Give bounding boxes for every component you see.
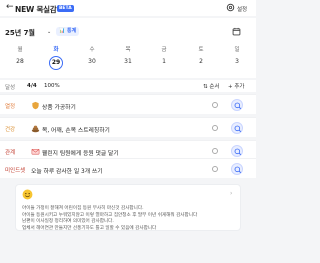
task-category-tag: 열정: [5, 104, 16, 110]
task-row[interactable]: 미인드셋 오늘 하루 감사한 일 3개 쓰기: [0, 158, 256, 178]
task-options-icon[interactable]: [212, 102, 218, 108]
smile-emoji-icon: [22, 189, 33, 200]
shield-icon: [31, 101, 40, 110]
memo-line: 업체서 헤어연관 만들지만 선풍기하도 틀고 일할 수 있음에 감사합니다: [22, 225, 157, 231]
memo-line: 아이들 등원시키고 누워있지않고 이렇 열마하고 집안청소 후 딸부 이년 쉬게…: [22, 212, 198, 218]
beta-badge: BETA: [57, 4, 74, 12]
task-category-tag: 미인드셋: [5, 168, 26, 174]
chevron-right-icon[interactable]: ›: [230, 190, 232, 197]
sort-button[interactable]: ⇅ 순서: [203, 82, 219, 90]
task-options-icon[interactable]: [212, 166, 218, 172]
stats-button[interactable]: 📊 통계: [56, 27, 80, 36]
settings-button[interactable]: 설정: [237, 5, 247, 13]
date-cell[interactable]: 1: [156, 58, 172, 65]
page-title: NEW 목실감: [15, 5, 57, 14]
task-text: 상품 가공하기: [42, 105, 76, 111]
task-row[interactable]: 열정 상품 가공하기: [0, 94, 256, 114]
date-cell-today[interactable]: 29: [49, 56, 63, 70]
memo-line: 아이들 가정이 잘해져 어린이집 등원 무사히 마신것 감사합니다.: [22, 206, 144, 211]
bottom-spacer: [0, 233, 256, 263]
task-category-tag: 관계: [5, 150, 16, 156]
memo-line: 남편이 이사일정 정리하여 의미있어 감사합니다.: [22, 219, 114, 224]
chevron-down-icon[interactable]: ⌄: [47, 29, 51, 35]
settings-gear-icon[interactable]: [226, 3, 235, 12]
add-button[interactable]: + 추가: [228, 82, 244, 90]
ai-search-icon[interactable]: [231, 122, 243, 134]
progress-label: 달성: [5, 84, 16, 91]
weekday-label: 금: [161, 47, 167, 53]
week-calendar: 25년 7월 ⌄ 📊 통계 월 28 화 29 수 30 목 31 금 1 토 2 일 3: [0, 18, 256, 78]
weekday-label: 화: [53, 47, 59, 53]
weekday-label: 목: [125, 47, 131, 53]
task-row[interactable]: 건강 목, 어깨, 손목 스트레칭하기: [0, 117, 256, 137]
task-text: 목, 어깨, 손목 스트레칭하기: [42, 128, 110, 134]
progress-bar-row: 달성 4/4 100% ⇅ 순서 + 추가: [0, 80, 256, 92]
date-cell[interactable]: 3: [229, 58, 245, 65]
ai-search-icon[interactable]: [231, 145, 243, 157]
memo-card[interactable]: › 아이들 가정이 잘해져 어린이집 등원 무사히 마신것 감사합니다. 아이들…: [15, 184, 241, 231]
back-arrow-icon[interactable]: ←: [6, 3, 14, 12]
task-text: 웰린지 팀원에게 응원 댓글 달기: [42, 151, 119, 157]
task-category-tag: 건강: [5, 127, 16, 133]
ai-search-icon[interactable]: [231, 99, 243, 111]
envelope-icon: [31, 147, 40, 156]
weekday-label: 월: [17, 47, 23, 53]
weekday-label: 일: [234, 47, 240, 53]
app-header: ← NEW 목실감 BETA 설정: [0, 0, 256, 16]
progress-percent: 100%: [44, 82, 60, 89]
poop-icon: [31, 124, 40, 133]
task-row[interactable]: 관계 웰린지 팀원에게 응원 댓글 달기: [0, 140, 256, 160]
date-cell[interactable]: 30: [84, 58, 100, 65]
date-cell[interactable]: 2: [193, 58, 209, 65]
task-text: 오늘 하루 감사한 일 3개 쓰기: [31, 169, 103, 175]
ai-search-icon[interactable]: [231, 163, 243, 175]
month-selector[interactable]: 25년 7월: [5, 28, 35, 38]
calendar-icon[interactable]: [232, 27, 241, 36]
task-options-icon[interactable]: [212, 148, 218, 154]
progress-count: 4/4: [27, 82, 37, 89]
weekday-label: 수: [89, 47, 95, 53]
date-cell[interactable]: 31: [120, 58, 136, 65]
task-options-icon[interactable]: [212, 125, 218, 131]
date-cell[interactable]: 28: [12, 58, 28, 65]
weekday-label: 토: [198, 47, 204, 53]
